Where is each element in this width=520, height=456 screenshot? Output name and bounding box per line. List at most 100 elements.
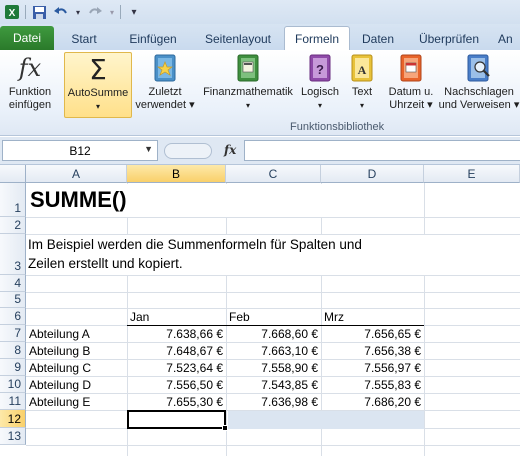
logical-dropdown-icon: ▾ xyxy=(317,101,322,110)
gridline xyxy=(26,376,520,377)
value-cell-b10[interactable]: 7.556,50 € xyxy=(127,378,223,392)
month-header-mrz[interactable]: Mrz xyxy=(324,310,344,324)
row-header-13[interactable]: 13 xyxy=(0,428,26,445)
dept-cell-c[interactable]: Abteilung C xyxy=(29,361,126,375)
tab-data[interactable]: Daten xyxy=(350,28,406,50)
row-header-2[interactable]: 2 xyxy=(0,217,26,234)
value-cell-d10[interactable]: 7.555,83 € xyxy=(321,378,421,392)
magnifier-book-icon xyxy=(464,52,494,84)
column-header-a[interactable]: A xyxy=(26,165,127,183)
row-header-1[interactable]: 1 xyxy=(0,183,26,217)
gridline xyxy=(26,342,520,343)
description-line-1[interactable]: Im Beispiel werden die Summenformeln für… xyxy=(28,237,362,252)
row-header-5[interactable]: 5 xyxy=(0,292,26,308)
svg-text:?: ? xyxy=(316,62,324,77)
value-cell-c8[interactable]: 7.663,10 € xyxy=(226,344,318,358)
function-icon: fx xyxy=(18,53,42,82)
undo-dropdown-icon[interactable]: ▾ xyxy=(74,3,82,21)
gridline xyxy=(424,183,425,456)
gridline xyxy=(226,183,227,456)
row-header-9[interactable]: 9 xyxy=(0,359,26,376)
text-dropdown-icon: ▾ xyxy=(359,101,364,110)
autosum-label: AutoSumme xyxy=(67,87,129,99)
dept-cell-a[interactable]: Abteilung A xyxy=(29,327,126,341)
value-cell-d7[interactable]: 7.656,65 € xyxy=(321,327,421,341)
value-cell-b8[interactable]: 7.648,67 € xyxy=(127,344,223,358)
value-cell-d9[interactable]: 7.556,97 € xyxy=(321,361,421,375)
insert-function-icon[interactable]: fx xyxy=(224,143,236,157)
undo-icon[interactable] xyxy=(52,3,70,21)
month-header-feb[interactable]: Feb xyxy=(229,310,250,324)
text-button[interactable]: A Text ▾ xyxy=(344,52,380,118)
value-cell-b11[interactable]: 7.655,30 € xyxy=(127,395,223,409)
value-cell-b9[interactable]: 7.523,64 € xyxy=(127,361,223,375)
tab-formulas[interactable]: Formeln xyxy=(284,26,350,50)
date-time-button[interactable]: Datum u. Uhrzeit ▾ xyxy=(382,52,440,118)
customize-icon[interactable]: ▾ xyxy=(125,3,143,21)
name-box-dropdown-icon[interactable]: ▼ xyxy=(144,144,153,154)
value-cell-c7[interactable]: 7.668,60 € xyxy=(226,327,318,341)
tab-view[interactable]: An xyxy=(492,28,520,50)
dept-cell-e[interactable]: Abteilung E xyxy=(29,395,126,409)
gridline xyxy=(26,217,520,218)
column-header-c[interactable]: C xyxy=(226,165,321,183)
column-header-d[interactable]: D xyxy=(321,165,424,183)
column-header-b[interactable]: B xyxy=(127,165,226,183)
autosum-button[interactable]: Σ AutoSumme ▾ xyxy=(64,52,132,118)
value-cell-d8[interactable]: 7.656,38 € xyxy=(321,344,421,358)
active-cell-b12[interactable] xyxy=(127,410,226,429)
month-header-jan[interactable]: Jan xyxy=(130,310,149,324)
row-header-12[interactable]: 12 xyxy=(0,410,26,428)
gridline xyxy=(26,308,520,309)
row-header-11[interactable]: 11 xyxy=(0,393,26,410)
row-header-7[interactable]: 7 xyxy=(0,325,26,342)
svg-text:X: X xyxy=(9,8,16,19)
insert-function-button[interactable]: fx Funktion einfügen xyxy=(2,52,58,118)
tab-start[interactable]: Start xyxy=(54,28,114,50)
sigma-icon: Σ xyxy=(89,52,107,86)
value-cell-c11[interactable]: 7.636,98 € xyxy=(226,395,318,409)
value-cell-b7[interactable]: 7.638,66 € xyxy=(127,327,223,341)
fill-handle[interactable] xyxy=(222,425,228,431)
lookup-reference-button[interactable]: Nachschlagen und Verweisen ▾ xyxy=(438,52,520,118)
recently-used-button[interactable]: Zuletzt verwendet ▾ xyxy=(134,52,196,118)
row-header-10[interactable]: 10 xyxy=(0,376,26,393)
formula-bar: B12 ▼ fx xyxy=(0,137,520,165)
formula-input[interactable] xyxy=(244,140,520,161)
excel-icon[interactable]: X xyxy=(3,3,21,21)
description-line-2[interactable]: Zeilen erstellt und kopiert. xyxy=(28,256,183,271)
financial-label: Finanzmathematik xyxy=(203,86,293,98)
select-all-corner[interactable] xyxy=(0,165,26,183)
logical-button[interactable]: ? Logisch ▾ xyxy=(298,52,342,118)
calendar-book-icon xyxy=(396,52,426,84)
row-header-4[interactable]: 4 xyxy=(0,275,26,292)
value-cell-c10[interactable]: 7.543,85 € xyxy=(226,378,318,392)
redo-dropdown-icon[interactable]: ▾ xyxy=(108,3,116,21)
row-header-3[interactable]: 3 xyxy=(0,234,26,275)
financial-button[interactable]: Finanzmathematik ▾ xyxy=(200,52,296,118)
financial-dropdown-icon: ▾ xyxy=(245,101,250,110)
dept-cell-d[interactable]: Abteilung D xyxy=(29,378,126,392)
value-cell-c9[interactable]: 7.558,90 € xyxy=(226,361,318,375)
tab-review[interactable]: Überprüfen xyxy=(406,28,492,50)
name-box[interactable]: B12 ▼ xyxy=(2,140,158,161)
dept-cell-b[interactable]: Abteilung B xyxy=(29,344,126,358)
insert-function-label-2: einfügen xyxy=(8,99,52,111)
sheet-title[interactable]: SUMME() xyxy=(30,187,127,213)
value-cell-d11[interactable]: 7.686,20 € xyxy=(321,395,421,409)
redo-icon[interactable] xyxy=(86,3,104,21)
tab-file[interactable]: Datei xyxy=(0,26,54,50)
column-header-e[interactable]: E xyxy=(424,165,520,183)
tab-page-layout[interactable]: Seitenlayout xyxy=(192,28,284,50)
tab-insert[interactable]: Einfügen xyxy=(114,28,192,50)
row-header-8[interactable]: 8 xyxy=(0,342,26,359)
save-icon[interactable] xyxy=(30,3,48,21)
autosum-dropdown-icon: ▾ xyxy=(95,102,100,111)
header-underline xyxy=(127,325,424,326)
gridline xyxy=(26,359,520,360)
row-header-6[interactable]: 6 xyxy=(0,308,26,325)
formula-bar-resize-handle[interactable] xyxy=(164,143,212,159)
date-time-label-1: Datum u. xyxy=(388,86,434,98)
gridline xyxy=(26,292,520,293)
gridline xyxy=(26,393,520,394)
